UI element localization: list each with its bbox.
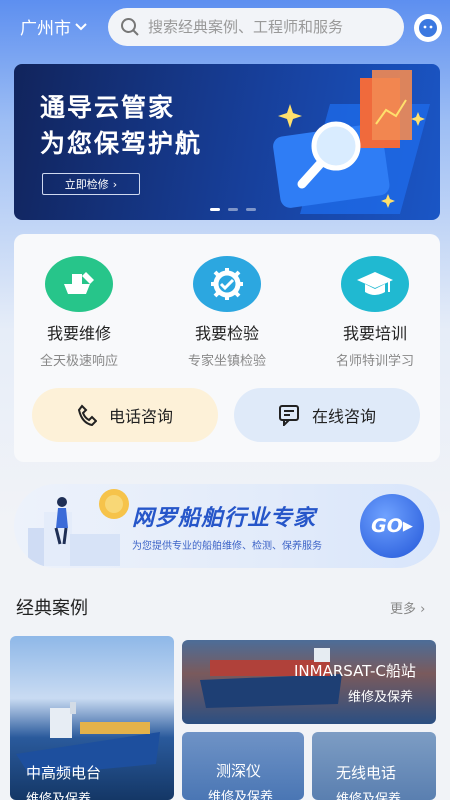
pagination-dot[interactable] [246,208,256,211]
case-title: INMARSAT-C船站 [294,662,416,680]
promo-banner[interactable]: 网罗船舶行业专家 为您提供专业的船舶维修、检测、保养服务 GO ▶ [14,484,440,568]
graduation-cap-icon [341,256,409,312]
header: 广州市 [0,0,450,56]
case-subtitle: 维修及保养 [336,792,402,800]
banner-line-1: 通导云管家 [40,93,176,122]
chevron-down-icon [75,22,87,30]
case-card[interactable]: 无线电话 维修及保养 [312,732,436,800]
case-title: 中高频电台 [26,764,102,782]
service-title: 我要培训 [342,324,407,343]
phone-magnifier-illustration [273,70,430,214]
service-training[interactable]: 我要培训 名师特训学习 [310,256,440,369]
search-bar[interactable] [108,8,404,46]
more-cases-link[interactable]: 更多 › [390,598,425,617]
case-title: 无线电话 [336,764,397,782]
service-subtitle: 全天极速响应 [39,354,118,369]
promo-subtitle: 为您提供专业的船舶维修、检测、保养服务 [132,541,322,552]
chevron-right-icon: › [420,602,426,617]
go-button[interactable]: GO ▶ [360,494,424,558]
search-input[interactable] [148,18,388,36]
case-card[interactable]: INMARSAT-C船站 维修及保养 [182,640,436,724]
gear-icon [193,256,261,312]
phone-icon [77,404,97,426]
online-consult-label: 在线咨询 [311,407,376,426]
service-subtitle: 专家坐镇检验 [187,354,266,369]
expert-illustration [28,489,129,566]
online-consult-button[interactable]: 在线咨询 [234,388,420,442]
pagination-dot[interactable] [228,208,238,211]
hero-banner[interactable]: 通导云管家 为您保驾护航 立即检修 › [14,64,440,220]
service-title: 我要检验 [194,324,259,343]
go-label: GO [371,515,403,537]
phone-consult-label: 电话咨询 [108,407,173,426]
case-card[interactable]: 中高频电台 维修及保养 [10,636,174,800]
inspect-now-button[interactable]: 立即检修 › [42,173,140,195]
phone-consult-button[interactable]: 电话咨询 [32,388,218,442]
case-card[interactable]: 测深仪 维修及保养 [182,732,304,800]
section-title-cases: 经典案例 [16,598,88,619]
service-repair[interactable]: 我要维修 全天极速响应 [14,256,144,369]
case-subtitle: 维修及保养 [208,790,274,800]
city-label: 广州市 [20,19,71,39]
search-icon [121,18,139,36]
chat-icon [278,405,299,426]
service-inspection[interactable]: 我要检验 专家坐镇检验 [162,256,292,369]
banner-pagination [210,208,256,211]
chevron-right-icon: › [112,177,118,191]
city-selector[interactable]: 广州市 [20,14,87,39]
banner-line-2: 为您保驾护航 [40,129,203,158]
ship-wrench-icon [45,256,113,312]
banner-title: 通导云管家 为您保驾护航 [40,90,202,162]
more-label: 更多 [390,602,417,617]
pagination-dot[interactable] [210,208,220,211]
case-title: 测深仪 [216,762,262,780]
play-icon: ▶ [402,518,413,534]
message-button[interactable] [414,14,442,42]
promo-title: 网罗船舶行业专家 [132,506,317,531]
case-subtitle: 维修及保养 [26,792,92,800]
chat-bubble-icon [419,19,437,37]
services-card: 我要维修 全天极速响应 我要检验 专家坐镇检验 我要培训 名师特训学习 电话咨询… [14,234,440,462]
cargo-ship-image [200,648,342,708]
service-subtitle: 名师特训学习 [335,354,414,369]
inspect-now-label: 立即检修 [64,178,109,191]
case-subtitle: 维修及保养 [348,690,414,705]
service-title: 我要维修 [46,324,111,343]
